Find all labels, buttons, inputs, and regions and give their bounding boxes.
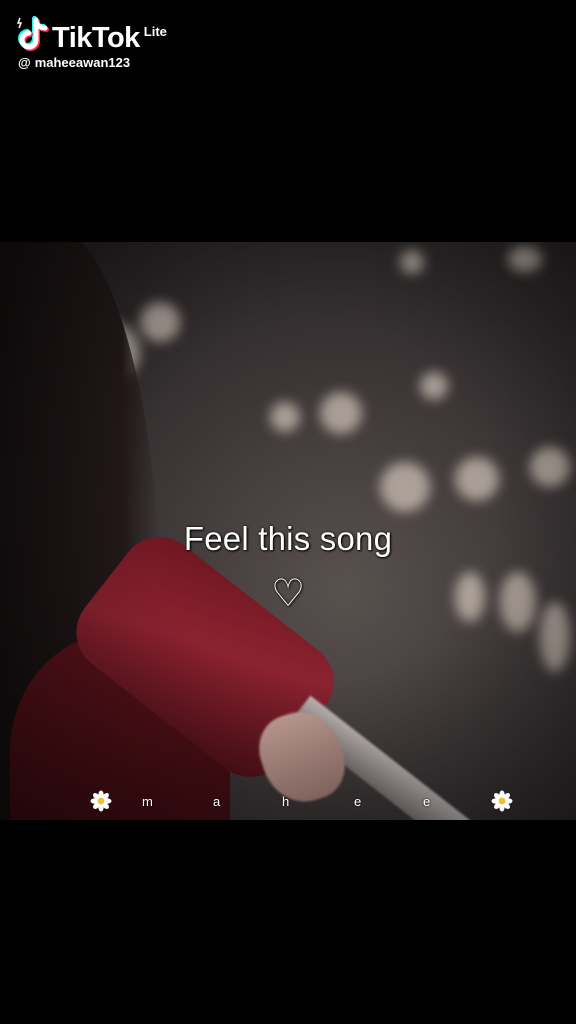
at-symbol: @ — [18, 55, 31, 70]
watermark-lite-badge: Lite — [143, 24, 167, 39]
signature-letter: a — [213, 794, 221, 809]
tiktok-note-icon — [16, 16, 49, 51]
signature-letter: h — [282, 794, 290, 809]
signature-row: m a h e e — [0, 790, 576, 814]
watermark-username: maheeawan123 — [34, 55, 131, 70]
watermark-brand: TikTok — [52, 22, 140, 54]
signature-letter: e — [354, 794, 362, 809]
daisy-icon — [90, 790, 112, 812]
signature-letter: e — [423, 794, 431, 809]
tiktok-watermark: TikTok Lite @ maheeawan123 — [16, 14, 167, 70]
signature-letter: m — [142, 794, 153, 809]
caption-text: Feel this song — [183, 520, 393, 557]
watermark-handle-row: @ maheeawan123 — [18, 55, 167, 70]
heart-symbol: ♡ — [270, 573, 306, 615]
watermark-logo-row: TikTok Lite — [16, 14, 167, 54]
daisy-icon — [491, 790, 513, 812]
